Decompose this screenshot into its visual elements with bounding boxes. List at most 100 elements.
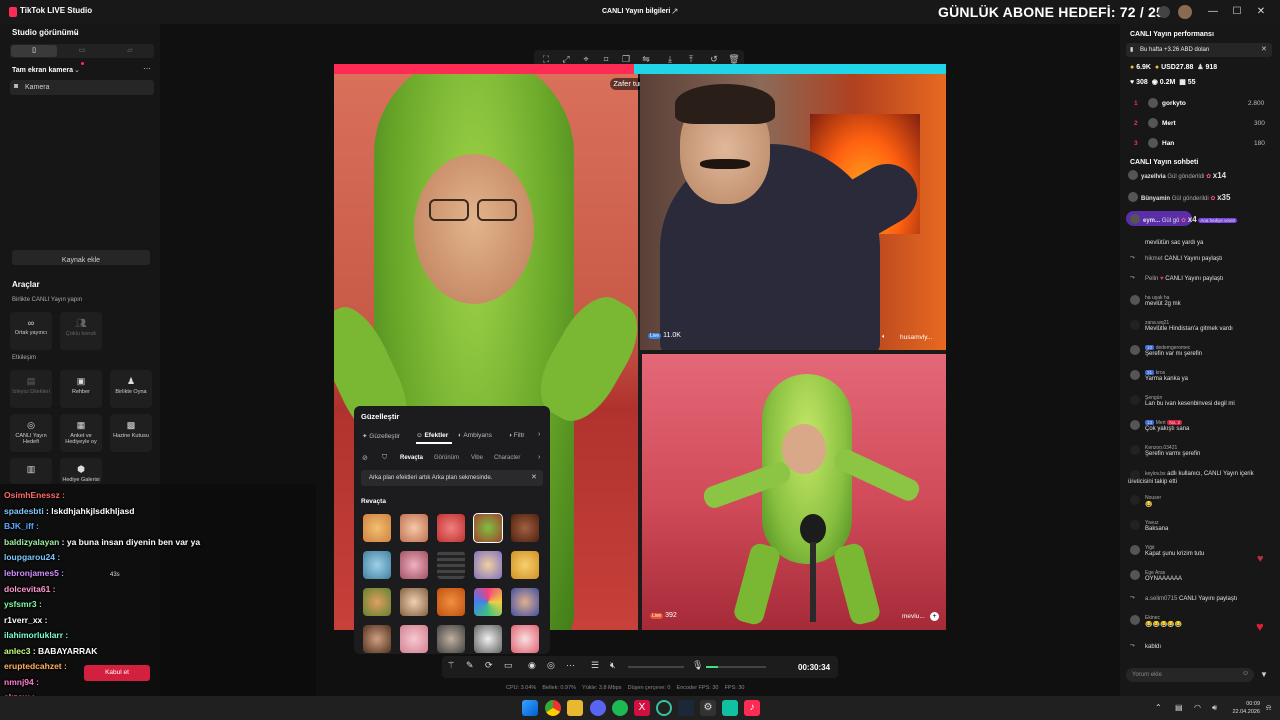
close-icon[interactable]: ✕ bbox=[1261, 45, 1267, 53]
effect-thumb[interactable] bbox=[363, 551, 391, 579]
speaker-volume-slider[interactable] bbox=[628, 666, 684, 668]
leader-name[interactable]: gorkyto bbox=[1162, 100, 1186, 107]
cohost-button[interactable]: ∞ Ortak yayıncı bbox=[10, 312, 52, 350]
steam-icon[interactable] bbox=[678, 700, 694, 716]
share-icon[interactable]: ↗ bbox=[671, 6, 679, 17]
settings-icon[interactable]: ⚙ bbox=[700, 700, 716, 716]
subtab-look[interactable]: Görünüm bbox=[434, 455, 459, 461]
folder-icon[interactable] bbox=[567, 700, 583, 716]
scene-label[interactable]: Tam ekran kamera bbox=[12, 67, 73, 74]
camera-toggle-icon[interactable]: ◎ bbox=[547, 660, 555, 671]
disable-icon[interactable]: ⊘ bbox=[362, 454, 368, 462]
effect-thumb[interactable] bbox=[363, 514, 391, 542]
tiktok-live-studio-icon[interactable]: ♪ bbox=[744, 700, 760, 716]
maximize-icon[interactable]: ☐ bbox=[1229, 4, 1245, 20]
speaker-mute-icon[interactable]: 🔇︎ bbox=[610, 660, 616, 671]
effect-thumb[interactable] bbox=[400, 514, 428, 542]
effect-thumb[interactable] bbox=[437, 551, 465, 579]
effect-thumb[interactable] bbox=[511, 551, 539, 579]
magic-wand-icon[interactable]: ⚚ bbox=[447, 660, 455, 671]
spotify-icon[interactable] bbox=[612, 700, 628, 716]
effect-thumb[interactable] bbox=[511, 588, 539, 616]
source-item-camera[interactable]: ◙ Kamera bbox=[10, 80, 154, 95]
studio-view-dropdown[interactable]: Studio görünümü bbox=[12, 28, 79, 37]
effect-thumb[interactable] bbox=[437, 514, 465, 542]
volume-icon[interactable]: 🔊︎ bbox=[1212, 703, 1217, 713]
rotate-camera-icon[interactable]: ⟳ bbox=[485, 660, 493, 671]
taskbar-time[interactable]: 00:09 bbox=[1230, 701, 1260, 707]
poll-button[interactable]: ▦ Anket ve Hediyeyle oy bbox=[60, 414, 102, 452]
portrait-layout-icon[interactable]: ▯ bbox=[11, 45, 57, 57]
bell-icon[interactable]: ⍾ bbox=[1266, 703, 1271, 713]
leader-name[interactable]: Mert bbox=[1162, 120, 1176, 127]
subtab-vibe[interactable]: Vibe bbox=[471, 455, 483, 461]
chevron-up-icon[interactable]: ⌃ bbox=[1155, 703, 1162, 712]
more-icon[interactable]: ⋯ bbox=[143, 64, 151, 73]
mic-volume-slider[interactable] bbox=[706, 666, 766, 668]
send-icon[interactable]: ▼ bbox=[1260, 670, 1268, 679]
play-together-button[interactable]: ♟ Birlikte Oyna bbox=[110, 370, 152, 408]
wifi-icon[interactable]: ◠ bbox=[1194, 703, 1201, 712]
screen-icon[interactable]: ▭ bbox=[504, 660, 513, 671]
minimize-icon[interactable]: — bbox=[1205, 4, 1221, 20]
effect-thumb[interactable] bbox=[400, 625, 428, 653]
settings-icon[interactable] bbox=[1158, 6, 1170, 18]
microphone-icon[interactable]: 🎙︎ bbox=[692, 660, 703, 671]
multi-guest-button[interactable]: 👥︎ Çoklu konuk bbox=[60, 312, 102, 350]
chevron-right-icon[interactable]: › bbox=[538, 431, 540, 438]
chevron-down-icon[interactable]: ⌄ bbox=[73, 27, 80, 36]
audio-settings-icon[interactable]: ☰ bbox=[591, 660, 599, 671]
viewer-requests-button[interactable]: ▤ İzleyici Dilekleri bbox=[10, 370, 52, 408]
effect-thumb[interactable] bbox=[511, 625, 539, 653]
effect-thumb[interactable] bbox=[474, 625, 502, 653]
effect-thumb[interactable] bbox=[437, 588, 465, 616]
app-icon[interactable] bbox=[722, 700, 738, 716]
effects-icon[interactable]: ✎ bbox=[466, 660, 474, 671]
leader-name[interactable]: Han bbox=[1162, 140, 1174, 147]
subtab-trending[interactable]: Revaçta bbox=[400, 455, 423, 461]
tab-beautify[interactable]: ✦ Güzelleştir bbox=[362, 432, 400, 440]
record-icon[interactable]: ◉ bbox=[528, 660, 536, 671]
landscape-layout-icon[interactable]: ▭ bbox=[59, 45, 105, 57]
comment-input[interactable]: Yorum ekle ☺ bbox=[1126, 668, 1254, 682]
treasure-box-button[interactable]: ▩ Hazine Kutusu bbox=[110, 414, 152, 452]
chevron-right-icon[interactable]: › bbox=[538, 454, 540, 461]
gift-gallery-button[interactable]: ⬢ Hediye Galerisi bbox=[60, 458, 102, 484]
effect-thumb[interactable] bbox=[363, 588, 391, 616]
mute-icon[interactable]: 🔈︎ bbox=[882, 334, 886, 341]
tab-ambiance[interactable]: ◐ Ambiyans bbox=[458, 432, 492, 439]
x-app-icon[interactable]: X bbox=[634, 700, 650, 716]
live-goal-button[interactable]: ◎ CANLI Yayın Hedefi bbox=[10, 414, 52, 452]
taskbar-date[interactable]: 22.04.2026 bbox=[1226, 709, 1260, 715]
bookmark-icon[interactable]: ⛉ bbox=[382, 454, 387, 462]
guide-button[interactable]: ▣ Rehber bbox=[60, 370, 102, 408]
add-source-button[interactable]: Kaynak ekle bbox=[12, 250, 150, 265]
tab-effects[interactable]: ☺ Efektler bbox=[416, 432, 448, 439]
live-info-title[interactable]: CANLI Yayın bilgileri bbox=[602, 8, 670, 15]
effect-thumb[interactable] bbox=[437, 625, 465, 653]
effect-thumb[interactable] bbox=[400, 551, 428, 579]
custom-layout-icon[interactable]: ▱ bbox=[107, 45, 153, 57]
effect-thumb[interactable] bbox=[400, 588, 428, 616]
shield-tool-button[interactable]: ▥ bbox=[10, 458, 52, 484]
chevron-down-icon[interactable]: ⌄ bbox=[74, 66, 80, 74]
effect-thumb-selected[interactable] bbox=[473, 513, 503, 543]
subtab-character[interactable]: Character bbox=[494, 455, 520, 461]
close-icon[interactable]: ✕ bbox=[1253, 4, 1269, 20]
emoji-icon[interactable]: ☺ bbox=[1242, 670, 1249, 677]
avatar[interactable] bbox=[1178, 5, 1192, 19]
network-icon[interactable]: ▤ bbox=[1175, 703, 1183, 712]
more-icon[interactable]: ⋯ bbox=[566, 660, 575, 671]
effect-thumb[interactable] bbox=[474, 551, 502, 579]
obs-icon[interactable] bbox=[656, 700, 672, 716]
effect-thumb[interactable] bbox=[363, 625, 391, 653]
effect-thumb[interactable] bbox=[511, 514, 539, 542]
close-icon[interactable]: ✕ bbox=[531, 473, 537, 481]
accept-button[interactable]: Kabul et bbox=[84, 665, 150, 681]
windows-start-icon[interactable] bbox=[522, 700, 538, 716]
chrome-icon[interactable] bbox=[545, 700, 561, 716]
tab-filters[interactable]: ◑ Filtr bbox=[508, 432, 525, 439]
discord-icon[interactable] bbox=[590, 700, 606, 716]
add-icon[interactable]: + bbox=[930, 612, 939, 621]
effect-thumb[interactable] bbox=[474, 588, 502, 616]
